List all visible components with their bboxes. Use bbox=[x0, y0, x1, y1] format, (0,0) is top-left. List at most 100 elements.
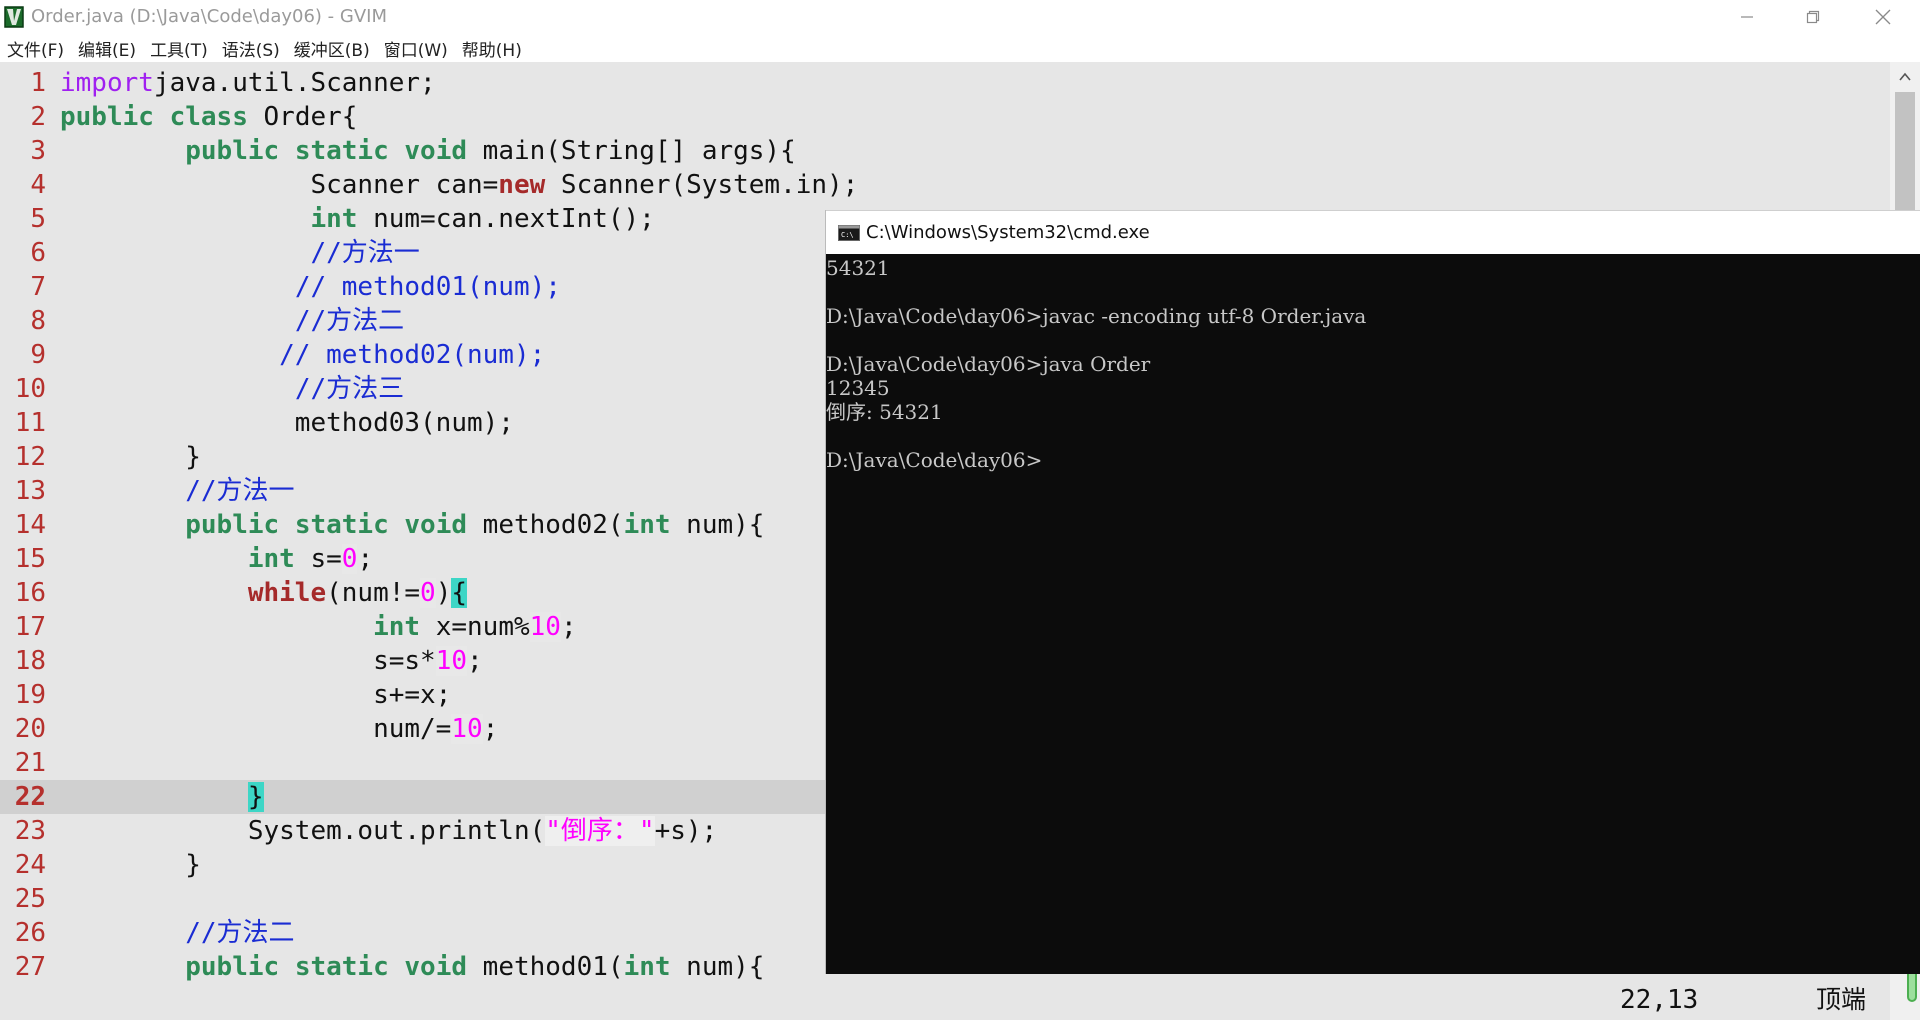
code-token: num){ bbox=[670, 510, 765, 540]
console-line: D:\Java\Code\day06> bbox=[826, 448, 1043, 472]
code-token: Scanner can= bbox=[60, 170, 499, 200]
cursor-position: 22,13 bbox=[1620, 985, 1699, 1015]
code-token: //方法三 bbox=[294, 374, 405, 404]
code-token: int bbox=[623, 510, 671, 540]
menu-window[interactable]: 窗口(W) bbox=[384, 36, 448, 61]
console-line: D:\Java\Code\day06>java Order bbox=[826, 352, 1151, 376]
code-token: (num!= bbox=[326, 578, 421, 608]
gvim-icon[interactable] bbox=[3, 5, 25, 29]
code-token: +s); bbox=[654, 816, 718, 846]
code-token: // method02(num); bbox=[279, 340, 546, 370]
code-token: class bbox=[169, 102, 248, 132]
code-token: 10 bbox=[529, 612, 561, 642]
code-text: int x=num%10; bbox=[60, 610, 577, 644]
menu-help[interactable]: 帮助(H) bbox=[462, 36, 522, 61]
cmd-window[interactable]: C:\ C:\Windows\System32\cmd.exe 54321 D:\… bbox=[826, 210, 1920, 974]
code-token: //方法一 bbox=[310, 238, 420, 268]
code-text: Scanner can=new Scanner(System.in); bbox=[60, 168, 858, 202]
code-token: System.out.println( bbox=[60, 816, 546, 846]
cmd-title-bar[interactable]: C:\ C:\Windows\System32\cmd.exe bbox=[826, 210, 1920, 254]
line-number: 22 bbox=[14, 782, 46, 812]
window-title: Order.java (D:\Java\Code\day06) - GVIM bbox=[31, 6, 387, 27]
code-token: method02( bbox=[467, 510, 624, 540]
line-number: 14 bbox=[14, 510, 46, 540]
code-line[interactable]: 2 public class Order{ bbox=[0, 100, 1890, 134]
code-text: } bbox=[60, 440, 201, 474]
code-token: 10 bbox=[435, 646, 467, 676]
close-icon bbox=[1875, 9, 1891, 25]
code-token: int bbox=[623, 952, 671, 982]
cmd-title: C:\Windows\System32\cmd.exe bbox=[866, 222, 1150, 243]
code-token: public bbox=[60, 102, 154, 132]
code-text: int s=0; bbox=[60, 542, 373, 576]
line-number: 5 bbox=[30, 204, 46, 234]
cmd-console[interactable]: 54321 D:\Java\Code\day06>javac -encoding … bbox=[826, 254, 1920, 974]
code-text: //方法一 bbox=[60, 236, 420, 270]
code-token: 0 bbox=[341, 544, 358, 574]
code-text: //方法二 bbox=[60, 916, 295, 950]
code-text: public static void method01(int num){ bbox=[60, 950, 764, 982]
line-number: 15 bbox=[14, 544, 46, 574]
code-text: //方法一 bbox=[60, 474, 294, 508]
code-token: static bbox=[294, 136, 389, 166]
minimize-button[interactable] bbox=[1712, 0, 1782, 34]
code-token: { bbox=[451, 578, 468, 608]
code-token: method03(num); bbox=[60, 408, 514, 438]
code-token: "倒序：" bbox=[545, 816, 655, 846]
code-token: s=s* bbox=[60, 646, 436, 676]
code-token: //方法二 bbox=[185, 918, 295, 948]
close-button[interactable] bbox=[1848, 0, 1918, 34]
line-number: 7 bbox=[30, 272, 46, 302]
line-number: 2 bbox=[30, 102, 46, 132]
code-token: //方法二 bbox=[294, 306, 405, 336]
code-token: } bbox=[60, 442, 201, 472]
console-line: D:\Java\Code\day06>javac -encoding utf-8… bbox=[826, 304, 1367, 328]
code-token: num=can.nextInt(); bbox=[357, 204, 655, 234]
code-text: // method02(num); bbox=[60, 338, 545, 372]
code-token: ; bbox=[482, 714, 499, 744]
code-token: int bbox=[310, 204, 358, 234]
code-text: //方法二 bbox=[60, 304, 404, 338]
code-line[interactable]: 3 public static void main(String[] args)… bbox=[0, 134, 1890, 168]
code-token: ; bbox=[467, 646, 483, 676]
line-number: 1 bbox=[30, 68, 46, 98]
code-token: public bbox=[185, 510, 280, 540]
code-line[interactable]: 1 importjava.util.Scanner; bbox=[0, 66, 1890, 100]
code-token: import bbox=[60, 68, 154, 98]
menu-edit[interactable]: 编辑(E) bbox=[78, 36, 136, 61]
code-token: int bbox=[373, 612, 421, 642]
code-token: 0 bbox=[420, 578, 436, 608]
line-number: 20 bbox=[14, 714, 46, 744]
chevron-up-icon[interactable] bbox=[1898, 70, 1912, 84]
code-token: void bbox=[404, 510, 468, 540]
line-number: 18 bbox=[14, 646, 46, 676]
code-token: ; bbox=[357, 544, 374, 574]
line-number: 4 bbox=[30, 170, 46, 200]
restore-button[interactable] bbox=[1778, 0, 1848, 34]
menu-file[interactable]: 文件(F) bbox=[7, 36, 64, 61]
code-token: static bbox=[294, 952, 389, 982]
code-text: // method01(num); bbox=[60, 270, 561, 304]
line-number: 3 bbox=[30, 136, 46, 166]
console-line: 倒序: 54321 bbox=[826, 400, 943, 424]
code-text: System.out.println("倒序："+s); bbox=[60, 814, 717, 848]
menu-syntax[interactable]: 语法(S) bbox=[222, 36, 280, 61]
console-line: 54321 bbox=[826, 256, 890, 280]
code-line[interactable]: 4 Scanner can=new Scanner(System.in); bbox=[0, 168, 1890, 202]
menu-tools[interactable]: 工具(T) bbox=[150, 36, 208, 61]
code-token: main(String[] args){ bbox=[467, 136, 796, 166]
menu-buffers[interactable]: 缓冲区(B) bbox=[294, 36, 370, 61]
line-number: 9 bbox=[30, 340, 46, 370]
